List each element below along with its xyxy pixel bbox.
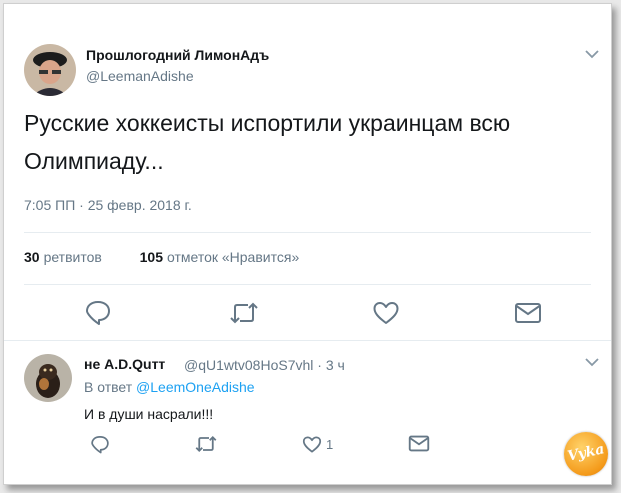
envelope-icon[interactable] [408, 435, 430, 452]
retweets-count: 30 [24, 249, 40, 265]
chevron-down-icon[interactable] [584, 48, 600, 60]
heart-icon[interactable] [372, 300, 400, 326]
retweet-icon[interactable] [228, 300, 260, 326]
heart-icon[interactable] [302, 435, 322, 454]
reply-icon[interactable] [84, 298, 112, 326]
watermark-text: Vyka [566, 441, 606, 465]
envelope-icon[interactable] [514, 302, 542, 324]
divider [24, 232, 591, 233]
reply-icon[interactable] [90, 434, 110, 454]
tweet-text-line: Олимпиаду... [24, 148, 164, 174]
retweet-icon[interactable] [194, 434, 218, 454]
author-handle[interactable]: @LeemanAdishe [86, 68, 194, 84]
retweets-label: ретвитов [43, 249, 102, 265]
likes-count: 105 [139, 249, 163, 265]
author-name[interactable]: Прошлогодний ЛимонАдъ [86, 47, 269, 63]
reply-to-prefix: В ответ [84, 379, 133, 395]
tweet-timestamp[interactable]: 7:05 ПП · 25 февр. 2018 г. [24, 197, 192, 213]
watermark-logo: Vyka [564, 432, 608, 476]
reply-to-handle-link[interactable]: @LeemOneAdishe [136, 379, 255, 395]
chevron-down-icon[interactable] [584, 356, 600, 368]
reply-text: И в души насрали!!! [84, 406, 214, 422]
tweet-text-line: Русские хоккеисты испортили украинцам вс… [24, 110, 511, 136]
divider [4, 340, 611, 341]
author-avatar[interactable] [24, 44, 76, 96]
likes-label: отметок «Нравится» [166, 249, 300, 265]
tweet-stats: 30 ретвитов 105 отметок «Нравится» [24, 249, 299, 265]
reply-author-handle[interactable]: @qU1wtv08HoS7vhl [184, 357, 313, 373]
reply-avatar[interactable] [24, 354, 72, 402]
reply-like-count: 1 [326, 437, 334, 452]
reply-age[interactable]: · 3 ч [317, 357, 345, 373]
tweet-text: Русские хоккеисты испортили украинцам вс… [24, 104, 584, 180]
reply-author-name[interactable]: не A.D.Quтт [84, 356, 165, 372]
reply-to-line: В ответ @LeemOneAdishe [84, 379, 255, 395]
reply-meta: @qU1wtv08HoS7vhl · 3 ч [184, 357, 345, 373]
likes-stat[interactable]: 105 отметок «Нравится» [140, 249, 300, 265]
retweets-stat[interactable]: 30 ретвитов [24, 249, 102, 265]
tweet-card: Прошлогодний ЛимонАдъ @LeemanAdishe Русс… [3, 3, 612, 485]
divider [24, 284, 591, 285]
